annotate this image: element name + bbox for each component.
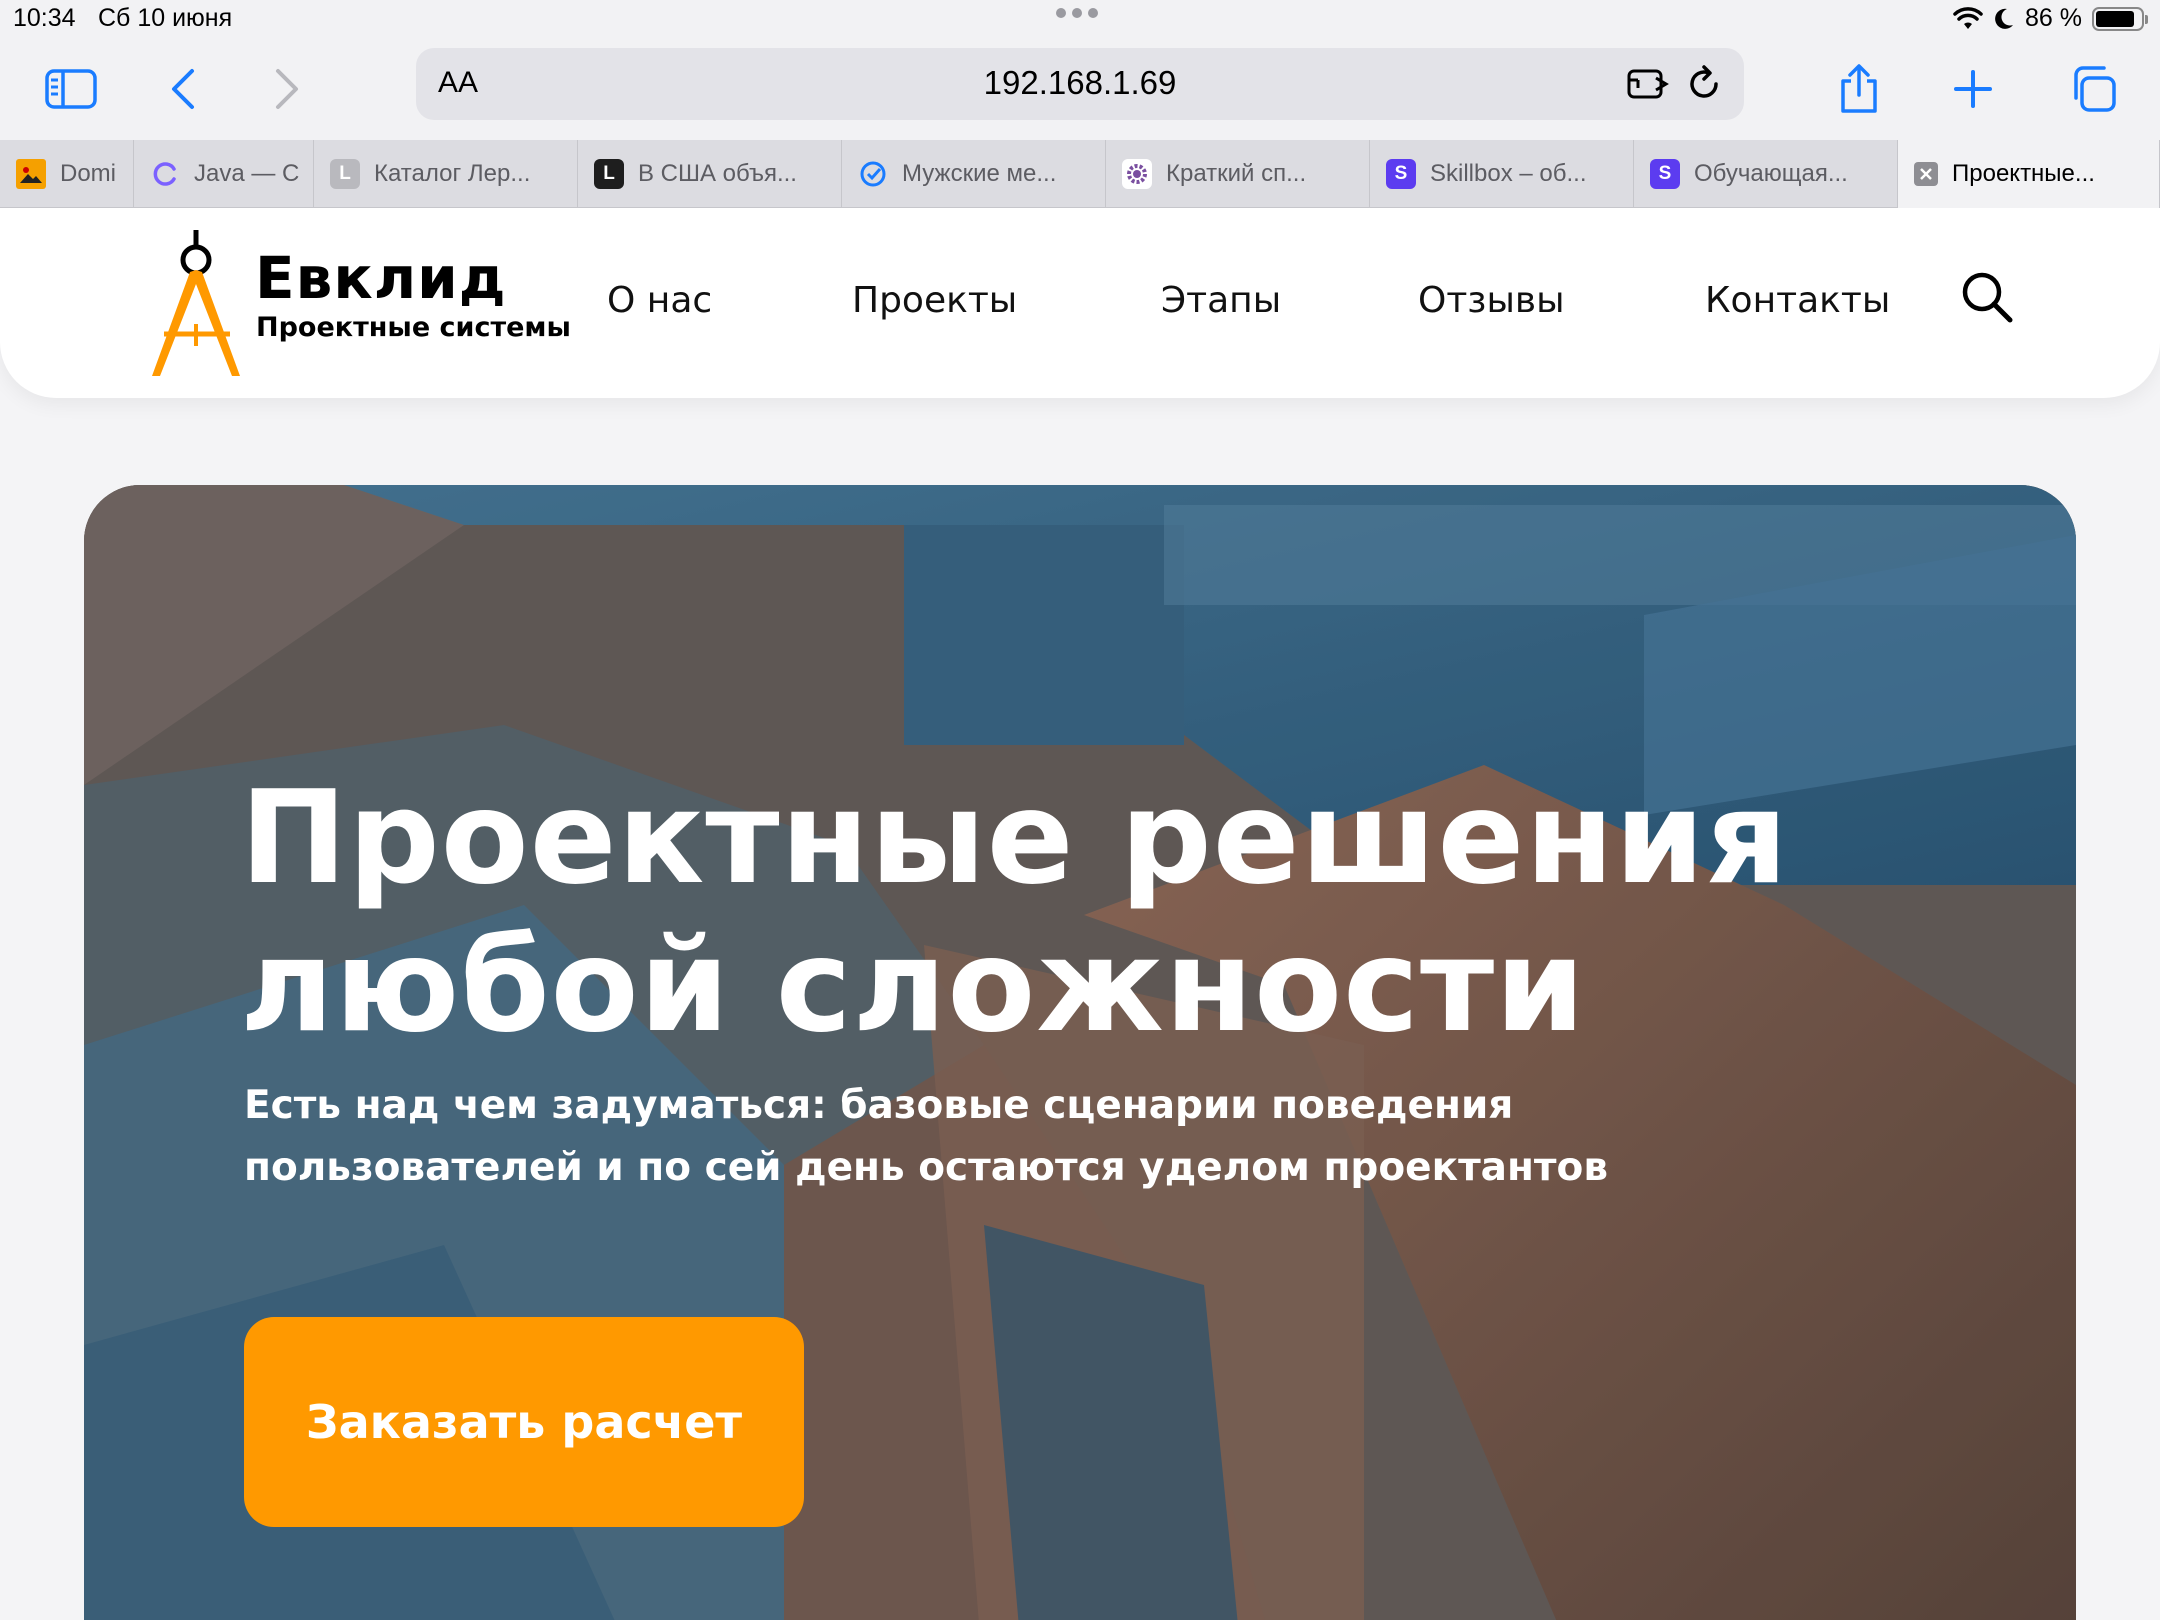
- moon-icon: [1995, 8, 2014, 29]
- image-icon: [16, 159, 46, 189]
- nav-stages[interactable]: Этапы: [1161, 280, 1281, 321]
- nav-contacts[interactable]: Контакты: [1705, 280, 1890, 321]
- hero-subtitle: Есть над чем задуматься: базовые сценари…: [244, 1083, 1609, 1190]
- nav-projects[interactable]: Проекты: [852, 280, 1017, 321]
- nav-reviews[interactable]: Отзывы: [1418, 280, 1565, 321]
- check-circle-icon: [858, 159, 888, 189]
- status-indicators: 86 %: [1953, 4, 2148, 33]
- status-date: Сб 10 июня: [98, 4, 233, 32]
- search-icon[interactable]: [1960, 270, 2016, 330]
- status-bar: 10:34 Сб 10 июня 86 %: [0, 0, 2160, 40]
- url-field[interactable]: 192.168.1.69: [416, 64, 1744, 102]
- wifi-icon: [1953, 6, 1983, 29]
- battery-icon: [2092, 6, 2148, 31]
- close-icon: [1914, 162, 1938, 186]
- hero-title-line-2: любой сложности: [240, 912, 1586, 1061]
- browser-toolbar: AA 192.168.1.69: [0, 40, 2160, 140]
- compass-logo-icon[interactable]: [150, 226, 246, 386]
- browser-tab[interactable]: Java — C: [134, 140, 314, 208]
- browser-tab[interactable]: L Каталог Лер...: [314, 140, 578, 208]
- order-calculation-button[interactable]: Заказать расчет: [244, 1317, 804, 1527]
- tab-title: Краткий сп...: [1166, 160, 1307, 187]
- multitasking-dots-icon[interactable]: [1056, 8, 1098, 18]
- extension-icon[interactable]: [1626, 64, 1670, 108]
- favicon-letter-icon: L: [330, 159, 360, 189]
- browser-tab[interactable]: S Skillbox – об...: [1370, 140, 1634, 208]
- tab-title: Проектные...: [1952, 160, 2095, 187]
- new-tab-icon[interactable]: [1942, 58, 2004, 120]
- site-header: Евклид Проектные системы О нас Проекты Э…: [0, 208, 2160, 398]
- gear-icon: [1122, 159, 1152, 189]
- spinner-icon: [150, 159, 180, 189]
- address-bar[interactable]: AA 192.168.1.69: [416, 48, 1744, 120]
- tab-bar: Domi Java — C L Каталог Лер... L В США объя..…: [0, 140, 2160, 208]
- logo-name: Евклид: [255, 244, 507, 312]
- browser-tab[interactable]: Проектные...: [1898, 140, 2160, 208]
- tab-title: Domi: [60, 160, 117, 187]
- share-icon[interactable]: [1828, 58, 1890, 120]
- tab-overview-icon[interactable]: [2062, 58, 2124, 120]
- status-time: 10:34: [13, 4, 76, 32]
- forward-icon[interactable]: [256, 58, 318, 120]
- back-icon[interactable]: [152, 58, 214, 120]
- browser-tab[interactable]: Краткий сп...: [1106, 140, 1370, 208]
- reload-icon[interactable]: [1684, 64, 1724, 108]
- browser-tab[interactable]: Domi: [0, 140, 134, 208]
- favicon-letter-icon: S: [1386, 159, 1416, 189]
- logo-subtitle: Проектные системы: [256, 312, 571, 343]
- browser-tab[interactable]: L В США объя...: [578, 140, 842, 208]
- hero-banner: Проектные решения любой сложности Есть н…: [84, 485, 2076, 1620]
- tab-title: Мужские ме...: [902, 160, 1057, 187]
- nav-about[interactable]: О нас: [607, 280, 712, 321]
- hero-title: Проектные решения любой сложности: [240, 765, 1940, 1061]
- favicon-letter-icon: L: [594, 159, 624, 189]
- tab-title: В США объя...: [638, 160, 797, 187]
- hero-title-line-1: Проектные решения: [240, 764, 1789, 913]
- tab-title: Skillbox – об...: [1430, 160, 1587, 187]
- tab-title: Каталог Лер...: [374, 160, 531, 187]
- tab-title: Java — C: [194, 160, 300, 187]
- tab-title: Обучающая...: [1694, 160, 1848, 187]
- browser-tab[interactable]: Мужские ме...: [842, 140, 1106, 208]
- sidebar-toggle-icon[interactable]: [40, 58, 102, 120]
- web-page: Евклид Проектные системы О нас Проекты Э…: [0, 208, 2160, 1620]
- favicon-letter-icon: S: [1650, 159, 1680, 189]
- battery-percent: 86 %: [2025, 4, 2082, 32]
- browser-tab[interactable]: S Обучающая...: [1634, 140, 1898, 208]
